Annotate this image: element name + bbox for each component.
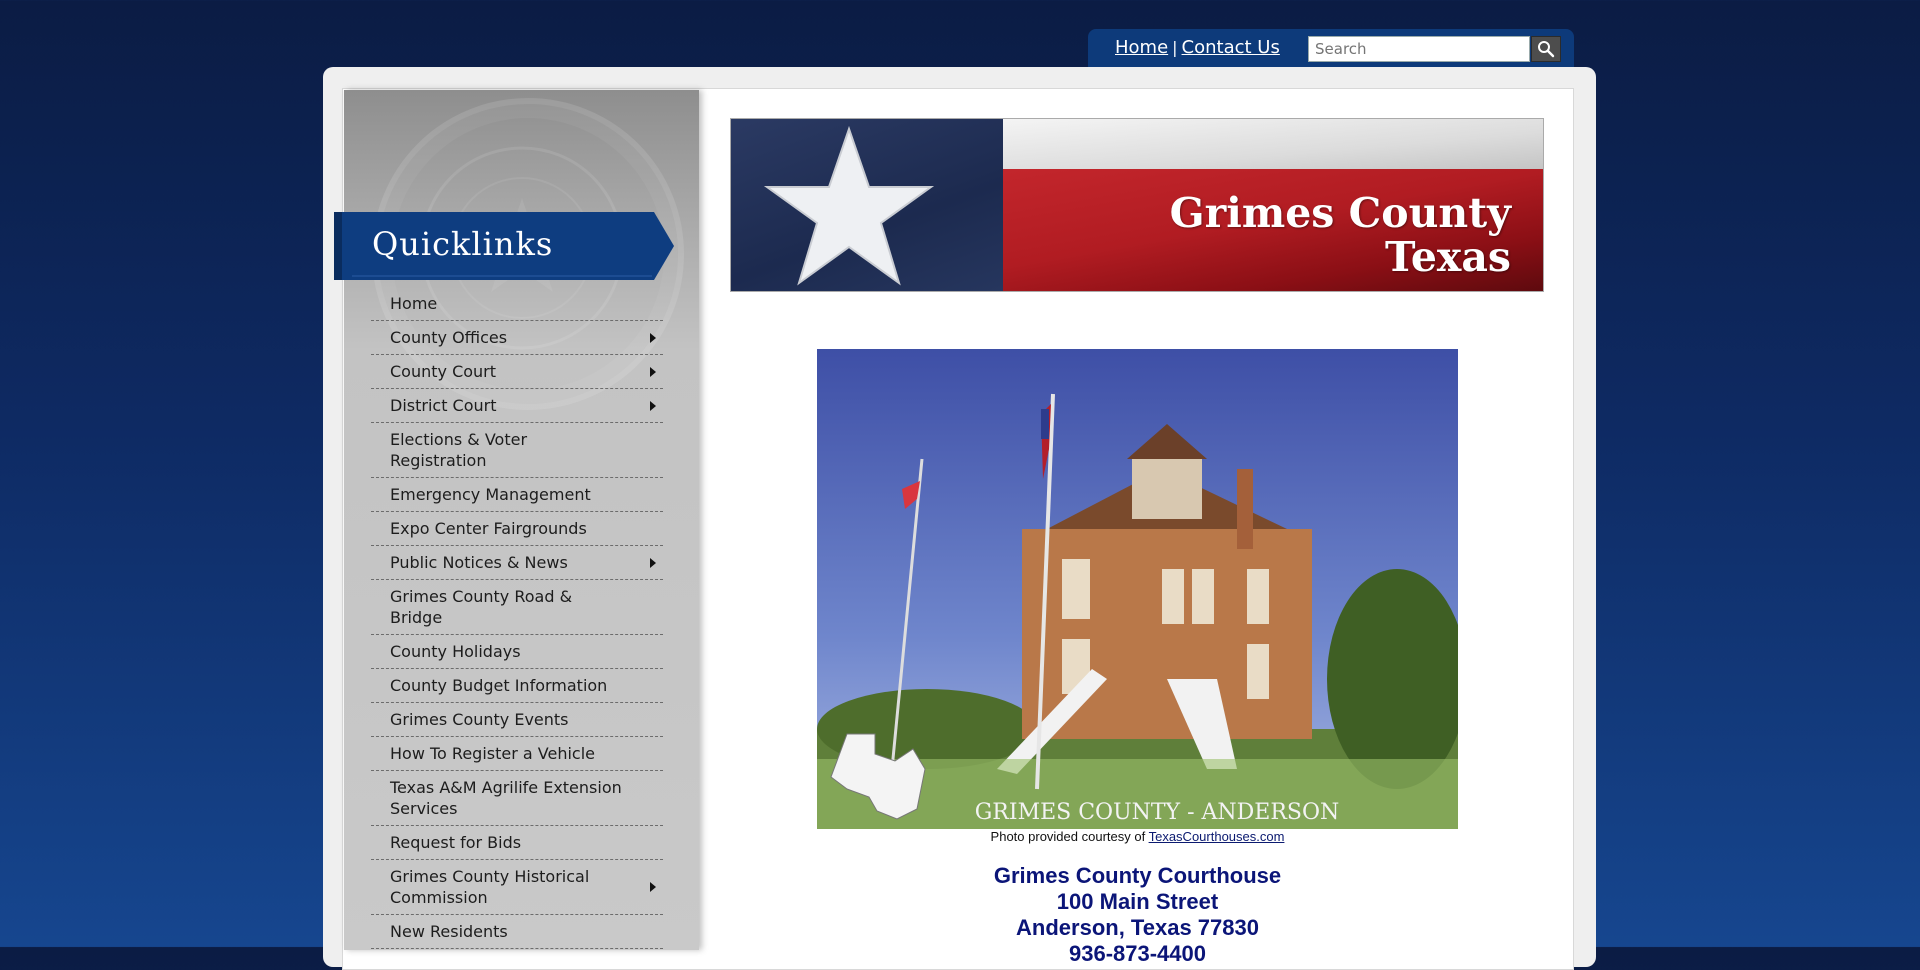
search-icon (1538, 41, 1555, 58)
quicklinks-banner: Quicklinks (334, 212, 674, 280)
search-input[interactable] (1308, 36, 1530, 62)
utility-bar: Home | Contact Us (1088, 29, 1574, 67)
header-banner: Grimes County Texas (730, 118, 1544, 292)
link-separator: | (1172, 38, 1178, 57)
submenu-arrow-icon (650, 400, 656, 411)
utility-links: Home | Contact Us (1115, 37, 1280, 58)
sidebar-item-label: Expo Center Fairgrounds (390, 519, 587, 538)
sidebar-item-label: Home (390, 294, 438, 313)
photo-caption: Photo provided courtesy of TexasCourthou… (817, 829, 1458, 844)
sidebar-item-label: County Budget Information (390, 676, 608, 695)
sidebar-item[interactable]: Home (371, 287, 663, 321)
caption-prefix: Photo provided courtesy of (990, 829, 1146, 844)
sidebar-item-label: Public Notices & News (390, 553, 568, 572)
sidebar-item[interactable]: Request for Bids (371, 826, 663, 860)
sidebar-item-label: New Residents (390, 922, 508, 941)
submenu-arrow-icon (650, 882, 656, 892)
sidebar-item-label: Grimes County Events (390, 710, 569, 729)
sidebar-item[interactable]: County Holidays (371, 635, 663, 669)
submenu-arrow-icon (650, 366, 656, 377)
sidebar-item[interactable]: Elections & Voter Registration (371, 423, 663, 478)
site-title-line2: Texas (1385, 233, 1511, 281)
sidebar-item-label: How To Register a Vehicle (390, 744, 595, 763)
quicklinks-menu: Home County Offices County Court District C… (371, 287, 663, 949)
sidebar-item-label: Emergency Management (390, 485, 591, 504)
site-title-line1: Grimes County (1169, 189, 1511, 237)
texascourthouses-link[interactable]: TexasCourthouses.com (1149, 829, 1285, 844)
address-line2: 100 Main Street (1056, 889, 1219, 914)
sidebar-item-label: Texas A&M Agrilife Extension Services (390, 778, 622, 818)
sidebar-item[interactable]: Emergency Management (371, 478, 663, 512)
sidebar-item[interactable]: County Offices (371, 321, 663, 355)
site-title: Grimes County Texas (1170, 191, 1511, 279)
sidebar-item-label: District Court (390, 396, 497, 415)
sidebar-item[interactable]: How To Register a Vehicle (371, 737, 663, 771)
photo-overlay-text: GRIMES COUNTY - ANDERSON (975, 800, 1340, 825)
submenu-arrow-icon (650, 332, 656, 343)
submenu-arrow-icon (650, 557, 656, 568)
sidebar-item[interactable]: Expo Center Fairgrounds (371, 512, 663, 546)
contact-us-link[interactable]: Contact Us (1182, 37, 1280, 58)
sidebar-item-label: Grimes County Historical Commission (390, 867, 590, 907)
courthouse-photo: GRIMES COUNTY - ANDERSON (817, 349, 1458, 829)
sidebar-item[interactable]: Grimes County Events (371, 703, 663, 737)
search-button[interactable] (1531, 36, 1561, 62)
sidebar-item[interactable]: New Residents (371, 915, 663, 949)
sidebar-item-label: Grimes County Road & Bridge (390, 587, 573, 627)
sidebar-item-label: County Court (390, 362, 497, 381)
courthouse-address: Grimes County Courthouse 100 Main Street… (817, 863, 1458, 967)
sidebar-item[interactable]: County Budget Information (371, 669, 663, 703)
address-line1: Grimes County Courthouse (993, 863, 1282, 888)
sidebar-item[interactable]: Public Notices & News (371, 546, 663, 580)
address-line3: Anderson, Texas 77830 (1016, 915, 1259, 940)
sidebar-item[interactable]: Grimes County Historical Commission (371, 860, 663, 915)
sidebar-item[interactable]: Grimes County Road & Bridge (371, 580, 663, 635)
quicklinks-heading: Quicklinks (372, 225, 554, 263)
sidebar-item-label: Elections & Voter Registration (390, 430, 528, 470)
sidebar-item-label: County Holidays (390, 642, 521, 661)
sidebar-item-label: County Offices (390, 328, 508, 347)
home-link[interactable]: Home (1115, 37, 1168, 58)
address-line4: 936-873-4400 (1068, 941, 1206, 966)
sidebar-item[interactable]: County Court (371, 355, 663, 389)
flag-star-icon (763, 125, 935, 286)
sidebar-item-label: Request for Bids (390, 833, 522, 852)
sidebar-item[interactable]: Texas A&M Agrilife Extension Services (371, 771, 663, 826)
sidebar-item[interactable]: District Court (371, 389, 663, 423)
